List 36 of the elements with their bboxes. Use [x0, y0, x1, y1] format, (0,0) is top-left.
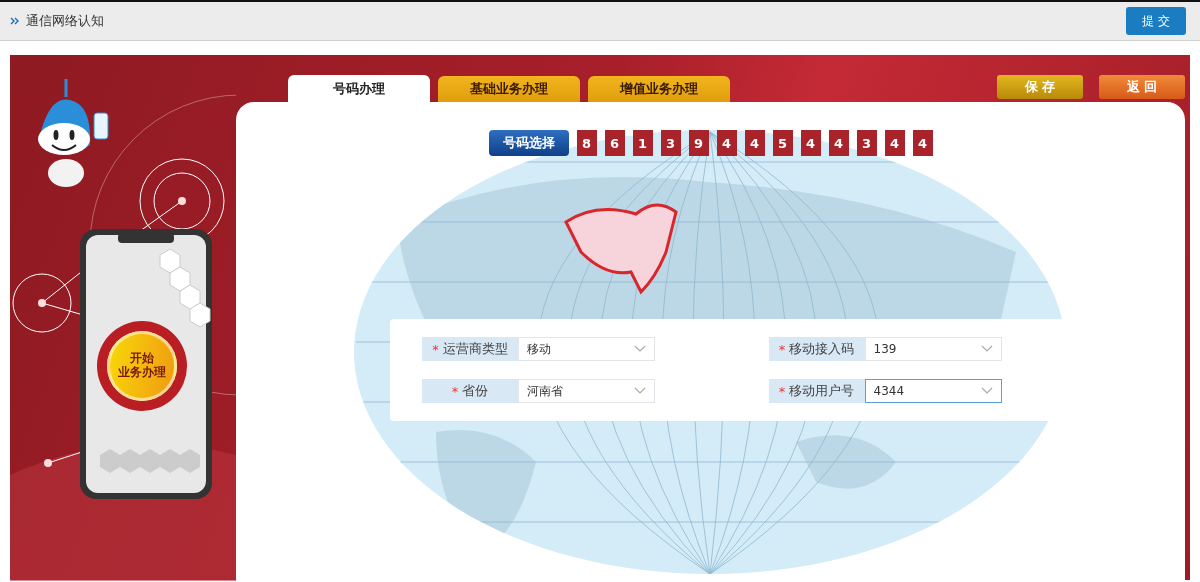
digit-tile: 3 — [660, 130, 681, 156]
digit-tile: 3 — [856, 130, 877, 156]
chevron-down-icon — [980, 345, 993, 353]
field-label: 省份 — [462, 382, 489, 400]
digit-tile: 5 — [772, 130, 793, 156]
digit-tile: 6 — [604, 130, 625, 156]
digit-tile: 4 — [800, 130, 821, 156]
required-asterisk: * — [778, 341, 786, 357]
chevron-down-icon — [980, 387, 993, 395]
required-asterisk: * — [432, 341, 439, 357]
digit-tile: 4 — [828, 130, 849, 156]
tab[interactable]: 基础业务办理 — [438, 76, 580, 102]
double-chevron-icon — [10, 16, 20, 26]
select-field[interactable]: 河南省 — [518, 379, 655, 403]
page-title: 通信网络认知 — [26, 12, 105, 30]
required-asterisk: * — [451, 383, 459, 399]
required-asterisk: * — [778, 383, 786, 399]
select-field[interactable]: 移动 — [518, 337, 655, 361]
digit-tile: 9 — [688, 130, 709, 156]
chevron-down-icon — [634, 387, 646, 395]
tab[interactable]: 号码办理 — [288, 75, 430, 102]
submit-button[interactable]: 提 交 — [1126, 7, 1186, 35]
select-field[interactable]: 4344 — [864, 379, 1002, 403]
field-label: 移动接入码 — [789, 340, 855, 358]
select-field[interactable]: 139 — [864, 337, 1002, 361]
field-label: 移动用户号 — [789, 382, 855, 400]
digit-tile: 4 — [716, 130, 737, 156]
digit-tile: 8 — [576, 130, 597, 156]
number-select-label: 号码选择 — [488, 130, 569, 156]
digit-tile: 4 — [912, 130, 933, 156]
digit-tile: 4 — [744, 130, 765, 156]
field-label: 运营商类型 — [442, 340, 508, 358]
chevron-down-icon — [634, 345, 646, 353]
digit-tile: 4 — [884, 130, 905, 156]
tab[interactable]: 增值业务办理 — [588, 76, 730, 102]
digit-tile: 1 — [632, 130, 653, 156]
